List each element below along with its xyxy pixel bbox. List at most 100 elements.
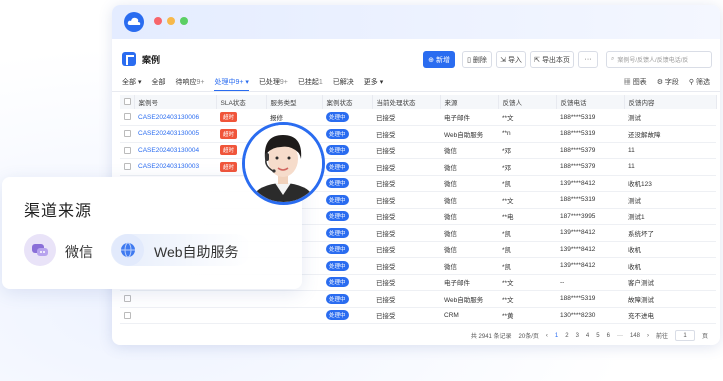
page-link[interactable]: 3 (576, 333, 579, 339)
page-link[interactable]: 6 (607, 333, 610, 339)
table-row[interactable]: 处理中 已接受 CRM **黄 130****8230 充不进电 (120, 307, 716, 324)
tab-3[interactable]: 处理中9+ ▾ (214, 77, 249, 91)
column-header[interactable]: 反馈人 (498, 95, 557, 109)
table-row[interactable]: CASE202403130005 超时 处理中 已接受 Web自助服务 **n 188***… (120, 125, 716, 143)
case-number-link: CASE202403130005 (138, 130, 200, 138)
export-page-button[interactable]: ⇱ 导出本页 (530, 51, 574, 68)
table-cell: 收机 (624, 241, 716, 258)
select-all-checkbox[interactable] (124, 98, 131, 106)
page-link[interactable]: 2 (565, 333, 568, 339)
row-checkbox[interactable] (124, 113, 131, 121)
row-checkbox[interactable] (124, 163, 131, 171)
table-cell: 188****5319 (556, 191, 624, 209)
status-badge: 处理中 (326, 112, 349, 122)
cell-text: 微信 (444, 148, 457, 156)
table-cell: 处理中 (322, 175, 372, 192)
status-badge: 处理中 (326, 211, 349, 222)
tab-2[interactable]: 待响应9+ (175, 77, 204, 91)
tab-7[interactable]: 更多 ▾ (364, 77, 383, 91)
column-header[interactable]: 来源 (440, 95, 499, 109)
tab-0[interactable]: 全部 ▾ (122, 77, 141, 91)
status-badge: 处理中 (326, 260, 349, 271)
table-cell: 已接受 (372, 257, 440, 275)
table-cell: 已接受 (372, 224, 440, 242)
tab-6[interactable]: 已解决 (333, 77, 354, 91)
table-cell: 已接受 (372, 241, 440, 258)
wechat-icon (24, 234, 56, 266)
sla-badge: 超时 (220, 112, 238, 122)
cell-text: 客户测试 (628, 280, 654, 288)
new-button[interactable]: ⊕ 新增 (423, 51, 455, 68)
import-button[interactable]: ⇲ 导入 (496, 51, 526, 68)
page-link[interactable]: 148 (630, 333, 640, 339)
table-row[interactable]: CASE202403130004 超时 处理中 已接受 微信 *邓 188****5379 1… (120, 142, 716, 159)
tab-divider (112, 91, 720, 92)
table-cell[interactable] (134, 290, 216, 308)
table-cell[interactable] (134, 307, 216, 324)
cell-text: 收机 (628, 263, 641, 271)
page-link[interactable]: 4 (586, 333, 589, 339)
tab-4[interactable]: 已处理9+ (259, 77, 288, 91)
cell-text: 微信 (444, 247, 457, 255)
page-link[interactable]: ‹ (546, 333, 548, 339)
cell-text: 188****5319 (560, 130, 596, 138)
minimize-dot[interactable] (167, 17, 175, 25)
column-header[interactable]: SLA状态 (216, 95, 267, 109)
table-cell[interactable]: CASE202403130006 (134, 109, 216, 126)
table-cell: 处理中 (322, 241, 372, 258)
cell-text: Web自助服务 (444, 131, 484, 139)
status-badge: 处理中 (326, 145, 349, 156)
more-button[interactable]: ··· (578, 51, 598, 68)
sla-badge: 超时 (220, 128, 238, 139)
page-size-select[interactable]: 20条/页 (519, 331, 539, 340)
row-checkbox[interactable] (124, 130, 131, 138)
cell-text: **文 (502, 115, 514, 122)
table-cell: 收机 (624, 257, 716, 275)
goto-page-input[interactable]: 1 (674, 330, 695, 341)
fields-button[interactable]: ⚙ 字段 (657, 77, 679, 87)
page-link[interactable]: 1 (555, 333, 558, 339)
search-input[interactable]: ⌕ 案例号/反馈人/反馈电话/反 (606, 51, 712, 68)
row-checkbox[interactable] (124, 311, 131, 319)
close-dot[interactable] (154, 17, 162, 25)
column-header[interactable]: 反馈电话 (556, 95, 625, 109)
row-checkbox[interactable] (124, 146, 131, 154)
column-header[interactable]: 案例号 (134, 95, 217, 109)
tab-5[interactable]: 已挂起1 (298, 77, 323, 91)
row-checkbox[interactable] (124, 295, 131, 303)
cell-text: 已接受 (376, 148, 396, 156)
table-cell: 处理中 (322, 158, 372, 176)
table-cell: 处理中 (322, 274, 372, 291)
maximize-dot[interactable] (180, 17, 188, 25)
table-cell: 处理中 (322, 290, 372, 308)
table-row[interactable]: CASE202403130003 超时 处理中 已接受 微信 *邓 188****5379 1… (120, 158, 716, 176)
column-header[interactable]: 服务类型 (266, 95, 323, 109)
page-link[interactable]: 5 (596, 333, 599, 339)
table-cell: 微信 (440, 224, 498, 242)
table-cell: Web自助服务 (440, 290, 498, 308)
table-cell[interactable]: CASE202403130004 (134, 142, 216, 159)
case-module-icon (122, 52, 136, 66)
table-cell: **文 (498, 290, 556, 308)
column-header[interactable]: 当前处理状态 (372, 95, 441, 109)
tab-label: 更多 (363, 79, 378, 86)
tab-1[interactable]: 全部 (151, 77, 165, 91)
table-cell: 139****8412 (556, 257, 624, 275)
page-link[interactable]: ··· (617, 333, 623, 339)
filter-button[interactable]: ⚲ 筛选 (689, 77, 710, 87)
table-row[interactable]: 处理中 已接受 Web自助服务 **文 188****5319 故障测试 (120, 290, 716, 308)
table-cell: 处理中 (322, 208, 372, 225)
column-header[interactable]: 案例状态 (322, 95, 373, 109)
chart-button[interactable]: ▦ 图表 (624, 77, 647, 87)
table-cell[interactable]: CASE202403130003 (134, 158, 216, 176)
delete-button[interactable]: ▯ 删除 (462, 51, 492, 68)
table-cell: 处理中 (322, 307, 372, 324)
table-cell: 客户测试 (624, 274, 716, 291)
column-header[interactable]: 反馈内容 (624, 95, 717, 109)
cell-text: -- (560, 278, 565, 286)
table-cell[interactable]: CASE202403130005 (134, 125, 216, 143)
page-link[interactable]: › (647, 333, 649, 339)
table-row[interactable]: CASE202403130006 超时 报修 处理中 已接受 电子邮件 **文 188****… (120, 109, 716, 126)
cell-text: 139****8412 (560, 229, 596, 237)
table-cell: **n (498, 125, 556, 143)
